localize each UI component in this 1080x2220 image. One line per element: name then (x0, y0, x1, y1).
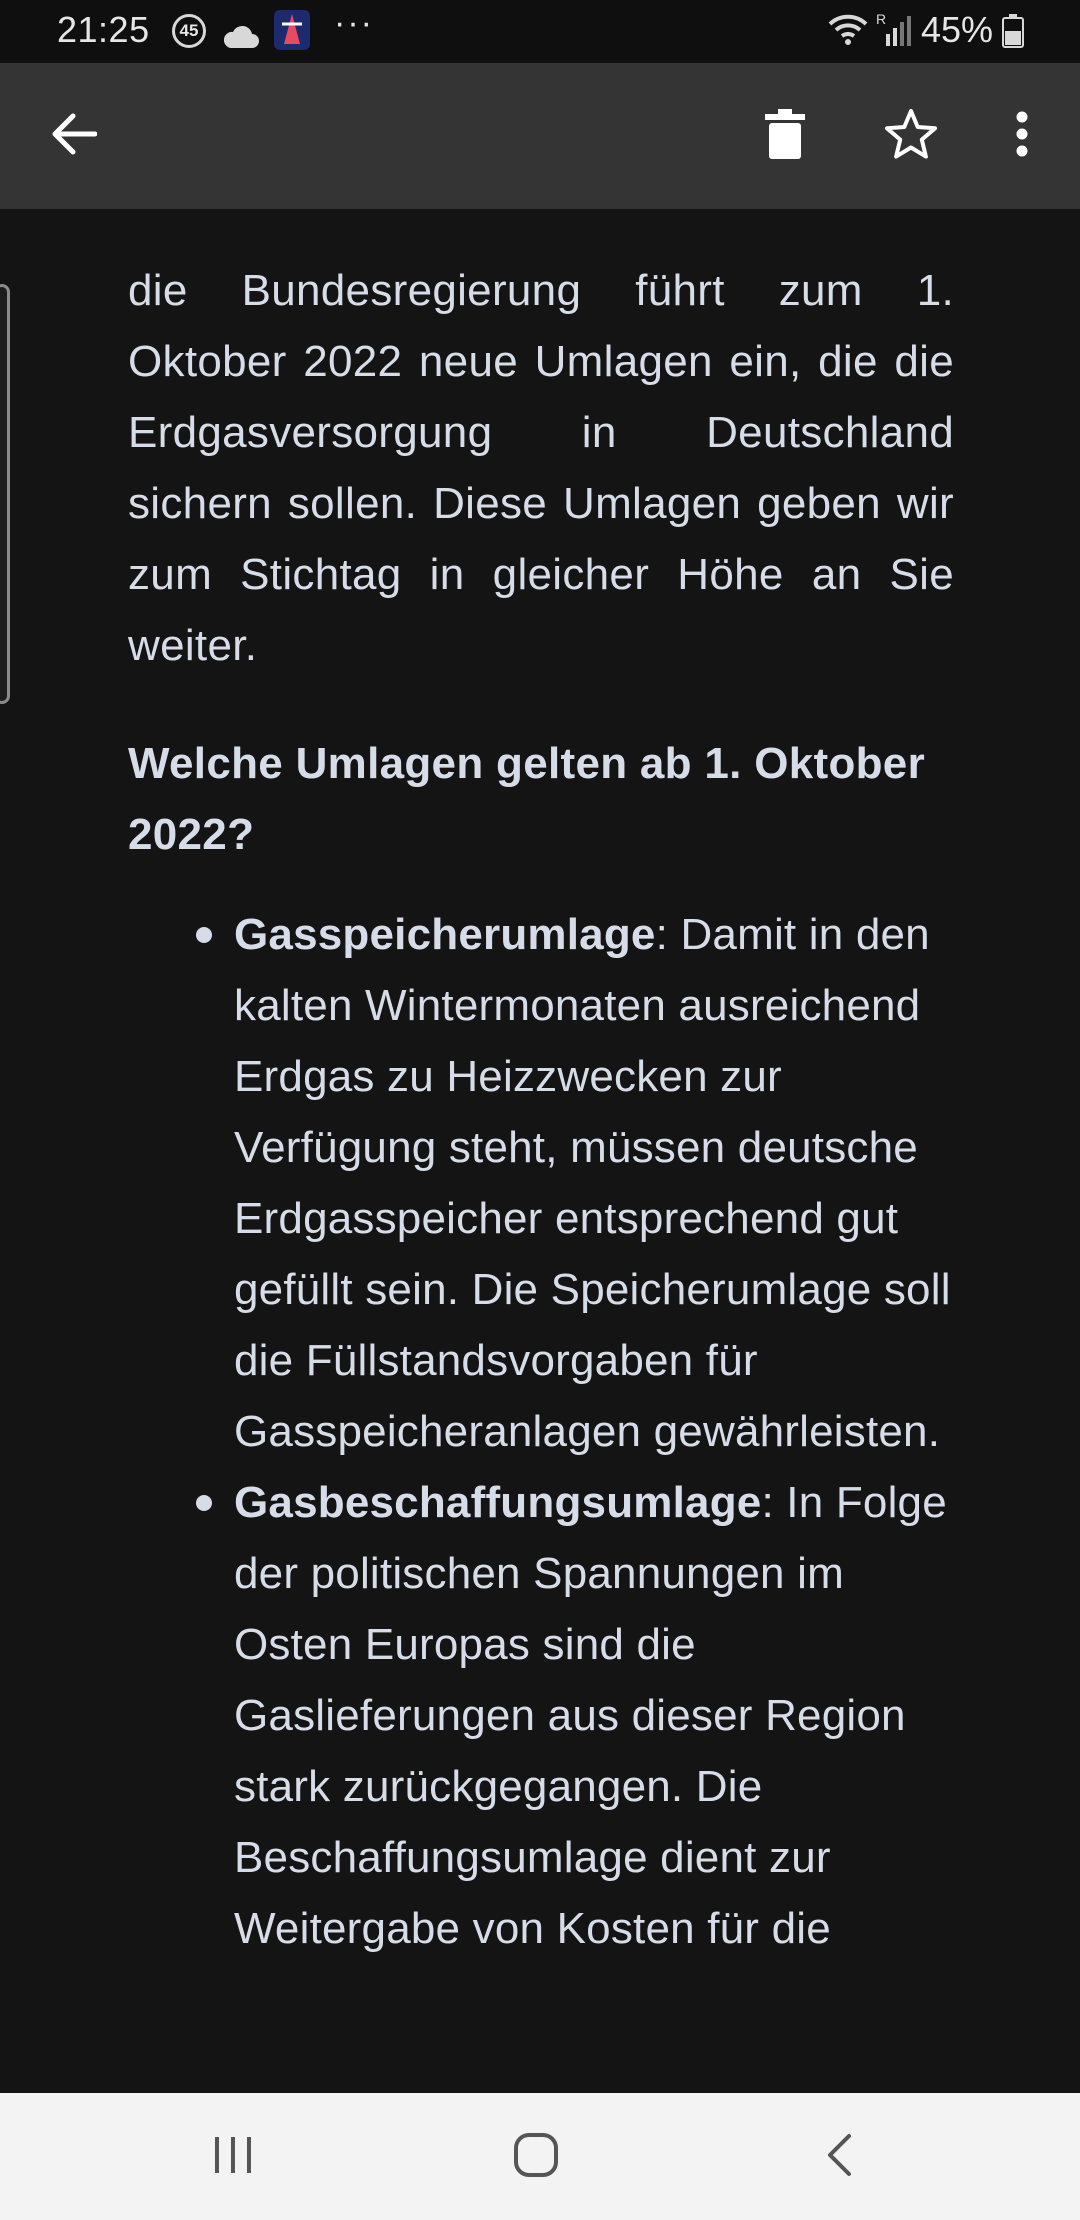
recent-apps-button[interactable] (183, 2117, 283, 2197)
back-chevron-icon (825, 2133, 853, 2182)
star-button[interactable] (871, 96, 951, 176)
more-vertical-icon (1016, 111, 1028, 162)
bullet-icon (196, 927, 212, 943)
status-time: 21:25 (57, 9, 150, 50)
more-notifications-indicator: ··· (334, 4, 374, 42)
signal-icon: R (874, 10, 914, 59)
bullet-icon (196, 1495, 212, 1511)
trash-icon (765, 108, 805, 164)
levy-list: Gasspeicherumlage: Damit in den kalten W… (128, 899, 954, 1964)
section-heading: Welche Umlagen gelten ab 1. Oktober 2022… (128, 739, 925, 859)
scrollbar-thumb[interactable] (0, 284, 10, 704)
cloud-icon (222, 17, 260, 59)
wifi-icon (826, 12, 870, 57)
app-notification-icon (274, 10, 310, 50)
system-back-button[interactable] (789, 2117, 889, 2197)
battery-icon (1002, 14, 1024, 57)
list-item-term: Gasbeschaffungsumlage (234, 1478, 762, 1527)
status-bar: 21:25 45 ··· R 45% (0, 0, 1080, 63)
message-body[interactable]: die Bundesregierung führt zum 1. Oktober… (0, 209, 1080, 2093)
notification-count-badge: 45 (172, 14, 206, 48)
list-item-term: Gasspeicherumlage (234, 910, 656, 959)
list-item-text: : Damit in den kalten Wintermonaten ausr… (234, 910, 951, 1456)
star-outline-icon (884, 108, 938, 165)
delete-button[interactable] (745, 96, 825, 176)
system-navigation-bar (0, 2093, 1080, 2220)
more-options-button[interactable] (982, 96, 1062, 176)
intro-paragraph: die Bundesregierung führt zum 1. Oktober… (128, 266, 954, 670)
home-button[interactable] (486, 2117, 586, 2197)
list-item-text: : In Folge der politischen Spannungen im… (234, 1478, 947, 1953)
back-button[interactable] (33, 96, 113, 176)
home-icon (513, 2132, 559, 2183)
list-item: Gasbeschaffungsumlage: In Folge der poli… (128, 1467, 954, 1964)
battery-percentage: 45% (921, 9, 994, 50)
recent-apps-icon (211, 2135, 255, 2180)
app-bar (0, 63, 1080, 209)
signal-roaming-label: R (876, 11, 886, 27)
list-item: Gasspeicherumlage: Damit in den kalten W… (128, 899, 954, 1467)
arrow-left-icon (49, 112, 98, 161)
